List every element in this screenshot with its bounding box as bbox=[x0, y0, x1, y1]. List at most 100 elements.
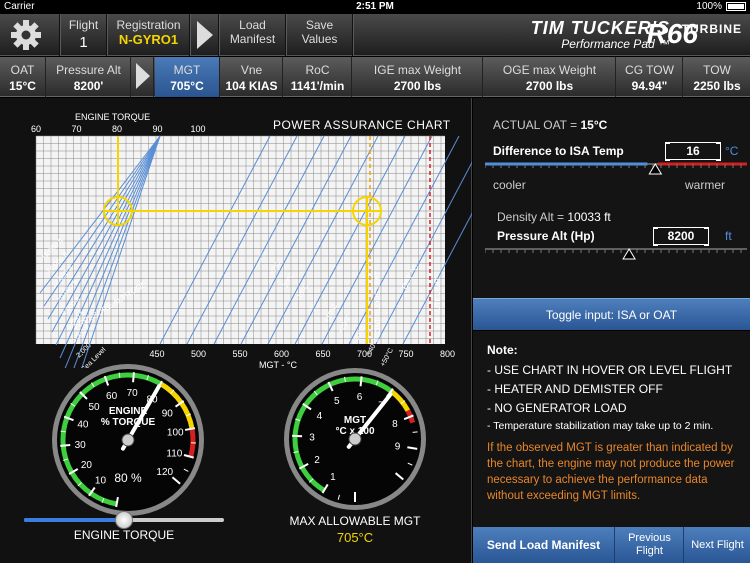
param-pressure-alt[interactable]: Pressure Alt 8200' bbox=[47, 57, 131, 97]
gauge-tick-label: 110 bbox=[166, 448, 182, 459]
pressure-alt-slider[interactable] bbox=[485, 245, 747, 261]
five-minute-limit-label: 5-MINUTE LIMIT bbox=[435, 276, 442, 330]
param-cg-tow[interactable]: CG TOW 94.94" bbox=[617, 57, 683, 97]
density-alt: Density Alt = 10033 ft bbox=[497, 210, 611, 224]
pressure-alt-field[interactable]: 8200 bbox=[653, 227, 709, 246]
load-manifest-label: Load Manifest bbox=[229, 18, 276, 46]
param-value: 1141'/min bbox=[290, 79, 345, 93]
param-value: 104 KIAS bbox=[225, 79, 278, 93]
gauge-tick bbox=[60, 444, 71, 447]
isa-label: Difference to ISA Temp bbox=[493, 144, 624, 158]
arrow-play-button[interactable] bbox=[191, 14, 219, 56]
param-label: Vne bbox=[240, 63, 263, 77]
param-value: 2700 lbs bbox=[525, 79, 574, 93]
next-flight-button[interactable]: Next Flight bbox=[685, 527, 750, 563]
continuous-limit-label: CONTINUOUS LIMIT bbox=[375, 270, 382, 338]
mgt-tick-label: 600 bbox=[274, 349, 289, 359]
param-label: RoC bbox=[305, 63, 330, 77]
param-label: Pressure Alt bbox=[56, 63, 121, 77]
mgt-tick-label: 500 bbox=[191, 349, 206, 359]
torque-tick-label: 60 bbox=[31, 124, 41, 134]
flight-label: Flight bbox=[68, 18, 99, 32]
app-window: Carrier 2:51 PM 100% Flight 1 Registrati… bbox=[0, 0, 750, 563]
warmer-label: warmer bbox=[685, 178, 726, 192]
gauge-tick-label: 6 bbox=[357, 392, 363, 403]
brand-suffix: TURBINE bbox=[681, 22, 742, 36]
clock: 2:51 PM bbox=[356, 1, 394, 12]
gauge-tick bbox=[118, 372, 121, 378]
battery-indicator: 100% bbox=[696, 1, 746, 12]
torque-tick-label: 70 bbox=[71, 124, 81, 134]
gauge-tick-label: 9 bbox=[395, 442, 401, 453]
isa-slider[interactable] bbox=[485, 160, 747, 176]
slider-knob[interactable] bbox=[115, 511, 133, 529]
top-toolbar: Flight 1 Registration N-GYRO1 Load Manif… bbox=[0, 14, 750, 56]
gauge-tick-label: 50 bbox=[88, 402, 100, 413]
slider-pointer-icon bbox=[622, 248, 636, 260]
cooler-label: cooler bbox=[493, 178, 526, 192]
note-item: - NO GENERATOR LOAD bbox=[487, 401, 627, 415]
gauge-tick bbox=[60, 430, 66, 433]
mgt-tick-label: 450 bbox=[149, 349, 164, 359]
param-value: 15°C bbox=[9, 79, 36, 93]
gauge-tick-label: 100 bbox=[167, 428, 184, 439]
actual-oat-value: 15°C bbox=[580, 118, 608, 132]
param-label: OGE max Weight bbox=[502, 63, 597, 77]
param-roc[interactable]: RoC 1141'/min bbox=[284, 57, 352, 97]
gauge-tick-label: 40 bbox=[77, 420, 89, 431]
status-bar: Carrier 2:51 PM 100% bbox=[0, 0, 750, 14]
param-oat[interactable]: OAT 15°C bbox=[0, 57, 46, 97]
param-label: OAT bbox=[10, 63, 35, 77]
actual-oat-label: ACTUAL OAT = bbox=[493, 118, 578, 132]
save-values-label: Save Values bbox=[301, 18, 338, 46]
gauge-tick-label: 70 bbox=[127, 388, 139, 399]
param-tow[interactable]: TOW 2250 lbs bbox=[684, 57, 750, 97]
power-assurance-chart[interactable]: 60 70 80 90 100450 500 550 600 650 700 750 800MGT -… bbox=[0, 98, 472, 368]
parameter-bar: OAT 15°C Pressure Alt 8200' MGT 705°C Vn… bbox=[0, 57, 750, 97]
gauge-hub bbox=[348, 432, 362, 446]
gauge-tick bbox=[359, 376, 363, 387]
settings-button[interactable] bbox=[0, 14, 60, 56]
density-alt-value: 10033 ft bbox=[567, 210, 611, 224]
gauge-subtitle: % TORQUE bbox=[101, 417, 156, 428]
gauge-tick-label: 8 bbox=[392, 419, 398, 430]
bottom-buttons: Send Load Manifest Previous Flight Next … bbox=[473, 527, 750, 563]
registration-selector[interactable]: Registration N-GYRO1 bbox=[108, 14, 190, 56]
gauge-tick-label: 3 bbox=[309, 433, 315, 444]
gauge-hub bbox=[121, 433, 135, 447]
send-load-manifest-button[interactable]: Send Load Manifest bbox=[473, 527, 615, 563]
toggle-isa-oat-button[interactable]: Toggle input: ISA or OAT bbox=[473, 298, 750, 330]
param-mgt[interactable]: MGT 705°C bbox=[155, 57, 220, 97]
battery-icon bbox=[726, 2, 746, 11]
isa-unit: °C bbox=[725, 144, 739, 158]
mgt-gauge: 123456789MGT°C x 100 bbox=[284, 368, 426, 510]
torque-slider[interactable] bbox=[24, 511, 224, 529]
registration-value: N-GYRO1 bbox=[118, 32, 179, 47]
gauge-tick bbox=[292, 434, 303, 438]
mgt-tick-label: 650 bbox=[315, 349, 330, 359]
isa-value-field[interactable]: 16 bbox=[665, 142, 721, 161]
actual-oat: ACTUAL OAT = 15°C bbox=[493, 118, 607, 132]
param-ige-weight[interactable]: IGE max Weight 2700 lbs bbox=[353, 57, 483, 97]
note-item: - HEATER AND DEMISTER OFF bbox=[487, 382, 663, 396]
power-assurance-panel: POWER ASSURANCE CHART ENGINE TORQUE 60 70… bbox=[0, 98, 472, 563]
gear-icon bbox=[11, 20, 41, 50]
param-oge-weight[interactable]: OGE max Weight 2700 lbs bbox=[484, 57, 616, 97]
note-title: Note: bbox=[487, 343, 518, 357]
gauge-tick-label: 4 bbox=[317, 411, 323, 422]
param-arrow-button[interactable] bbox=[132, 57, 154, 97]
flight-selector[interactable]: Flight 1 bbox=[61, 14, 107, 56]
torque-slider-label: ENGINE TORQUE bbox=[73, 528, 175, 542]
density-alt-label: Density Alt = bbox=[497, 210, 565, 224]
notes-panel: Note: - USE CHART IN HOVER OR LEVEL FLIG… bbox=[473, 331, 750, 527]
isa-input-panel: ACTUAL OAT = 15°C Difference to ISA Temp… bbox=[473, 98, 750, 298]
gauge-title: MGT bbox=[344, 415, 366, 426]
gauge-tick-label: 120 bbox=[156, 467, 173, 478]
param-vne[interactable]: Vne 104 KIAS bbox=[221, 57, 283, 97]
flight-value: 1 bbox=[79, 34, 88, 51]
gauge-value-text: 80 % bbox=[114, 471, 142, 485]
param-label: IGE max Weight bbox=[373, 63, 462, 77]
load-manifest-button[interactable]: Load Manifest bbox=[220, 14, 286, 56]
save-values-button[interactable]: Save Values bbox=[287, 14, 353, 56]
previous-flight-button[interactable]: Previous Flight bbox=[616, 527, 684, 563]
